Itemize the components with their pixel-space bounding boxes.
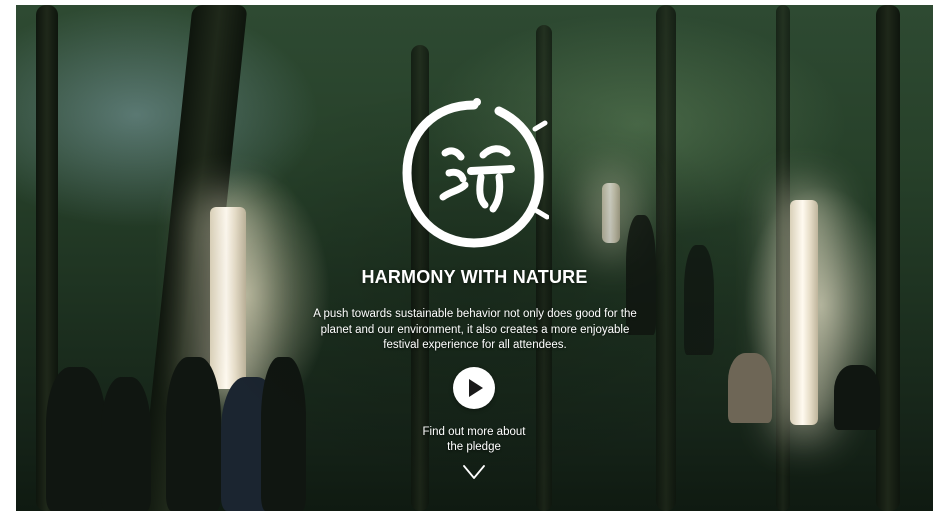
find-out-more-line: Find out more about bbox=[422, 426, 526, 438]
hero-title: HARMONY WITH NATURE bbox=[361, 267, 588, 287]
play-icon bbox=[469, 379, 483, 397]
harmony-leaf-face-logo-icon bbox=[402, 98, 549, 248]
hero-description-line: A push towards sustainable behavior not … bbox=[313, 308, 637, 320]
find-out-more-link[interactable]: Find out more about the pledge bbox=[374, 425, 574, 455]
hero-description-line: festival experience for all attendees. bbox=[383, 339, 567, 351]
hero-description-line: planet and our environment, it also crea… bbox=[320, 323, 630, 336]
hero-section: HARMONY WITH NATURE A push towards susta… bbox=[16, 5, 933, 511]
chevron-down-icon[interactable] bbox=[463, 465, 485, 479]
hero-description: A push towards sustainable behavior not … bbox=[300, 307, 650, 354]
play-video-button[interactable] bbox=[453, 367, 495, 409]
find-out-more-line: the pledge bbox=[447, 441, 501, 453]
